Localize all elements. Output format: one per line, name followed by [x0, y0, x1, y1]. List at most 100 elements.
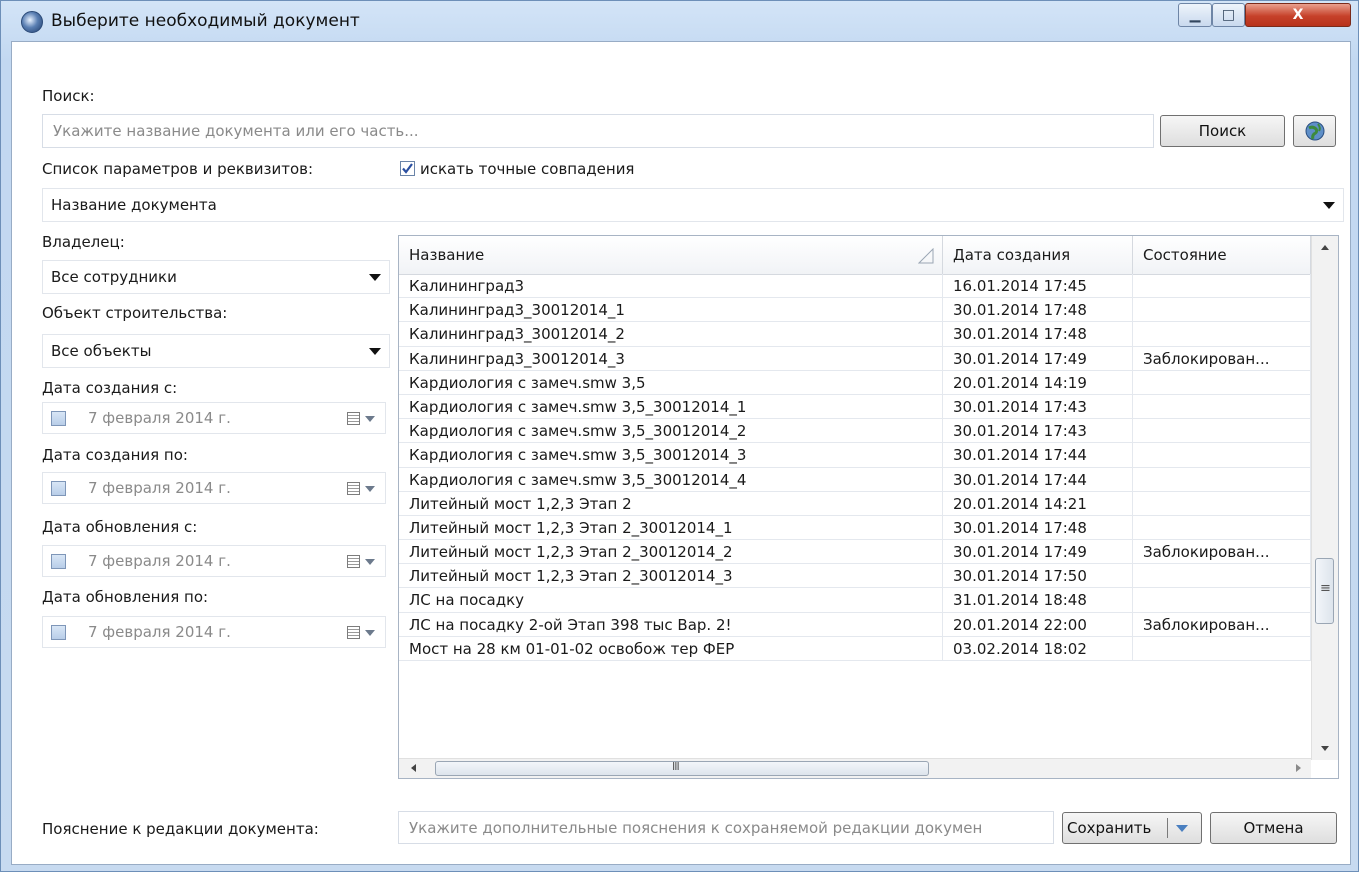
cell-state [1133, 443, 1311, 468]
calendar-icon[interactable] [347, 624, 377, 642]
table-row[interactable]: Кардиология с замеч.smw 3,5 20.01.2014 14… [399, 370, 1311, 395]
window-title: Выберите необходимый документ [51, 11, 360, 31]
table-row[interactable]: Литейный мост 1,2,3 Этап 2_30012014_2 30.… [399, 540, 1311, 565]
params-label: Список параметров и реквизитов: [42, 160, 314, 178]
object-label: Объект строительства: [42, 304, 228, 322]
table-row[interactable]: Кардиология с замеч.smw 3,5_30012014_1 30… [399, 394, 1311, 420]
owner-value: Все сотрудники [51, 268, 177, 286]
table-row[interactable]: ЛС на посадку 2-ой Этап 398 тыс Вар. 2! 2… [399, 612, 1311, 637]
updated-to-value: 7 февраля 2014 г. [88, 623, 231, 641]
table-row[interactable]: Кардиология с замеч.smw 3,5_30012014_3 30… [399, 443, 1311, 468]
scroll-left-icon[interactable] [411, 764, 416, 772]
cell-created: 30.01.2014 17:48 [943, 298, 1133, 323]
maximize-icon: □ [1221, 7, 1236, 23]
cell-name: Литейный мост 1,2,3 Этап 2_30012014_1 [399, 515, 943, 540]
globe-icon [1305, 121, 1324, 141]
scroll-down-icon[interactable] [1321, 746, 1329, 751]
close-button[interactable]: X [1245, 3, 1351, 27]
cell-state [1133, 515, 1311, 540]
cell-name: Калининград3_30012014_3 [399, 346, 943, 371]
owner-combobox[interactable]: Все сотрудники [42, 260, 390, 294]
note-label: Пояснение к редакции документа: [42, 820, 319, 838]
table-header: Название Дата создания Состояние [399, 236, 1311, 275]
horizontal-scroll-thumb[interactable]: III [435, 760, 929, 776]
cell-created: 30.01.2014 17:43 [943, 394, 1133, 419]
cancel-button[interactable]: Отмена [1210, 812, 1337, 844]
cell-created: 30.01.2014 17:44 [943, 443, 1133, 468]
search-input[interactable]: Укажите название документа или его часть… [42, 114, 1154, 148]
minimize-button[interactable]: ▁ [1178, 3, 1212, 27]
table-row[interactable]: Кардиология с замеч.smw 3,5_30012014_4 30… [399, 467, 1311, 492]
table-row[interactable]: Калининград3 16.01.2014 17:45 [399, 274, 1311, 299]
vertical-scroll-thumb[interactable]: ≡ [1315, 558, 1334, 624]
save-button[interactable]: Сохранить [1062, 812, 1202, 844]
chevron-down-icon [369, 274, 381, 281]
updated-from-label: Дата обновления с: [42, 518, 198, 536]
column-header-state[interactable]: Состояние [1133, 236, 1311, 274]
chevron-down-icon [369, 348, 381, 355]
vertical-scrollbar[interactable]: ≡ [1311, 236, 1338, 760]
cell-state [1133, 274, 1311, 298]
object-combobox[interactable]: Все объекты [42, 334, 390, 368]
cell-created: 30.01.2014 17:44 [943, 467, 1133, 492]
created-from-checkbox[interactable] [51, 411, 66, 426]
cell-created: 03.02.2014 18:02 [943, 636, 1133, 661]
dialog-window: Выберите необходимый документ ▁ □ X Поис… [0, 0, 1359, 872]
params-selected-value: Название документа [51, 196, 217, 214]
dialog-body: Поиск: Укажите название документа или ег… [11, 41, 1351, 865]
table-row[interactable]: Калининград3_30012014_1 30.01.2014 17:48 [399, 298, 1311, 323]
updated-from-checkbox[interactable] [51, 554, 66, 569]
grip-icon: ≡ [1320, 581, 1331, 596]
cell-created: 30.01.2014 17:49 [943, 540, 1133, 565]
cell-name: ЛС на посадку [399, 588, 943, 613]
note-input[interactable]: Укажите дополнительные пояснения к сохра… [398, 811, 1054, 844]
table-row[interactable]: ЛС на посадку 31.01.2014 18:48 [399, 588, 1311, 613]
search-button[interactable]: Поиск [1160, 115, 1285, 147]
created-to-checkbox[interactable] [51, 481, 66, 496]
column-header-name[interactable]: Название [399, 236, 943, 274]
horizontal-scrollbar[interactable]: III [399, 758, 1311, 778]
sort-ascending-icon [918, 248, 934, 264]
checkmark-icon [402, 163, 413, 174]
table-row[interactable]: Литейный мост 1,2,3 Этап 2_30012014_1 30.… [399, 515, 1311, 541]
cell-created: 20.01.2014 22:00 [943, 612, 1133, 637]
updated-to-datepicker[interactable]: 7 февраля 2014 г. [42, 616, 386, 648]
created-to-datepicker[interactable]: 7 февраля 2014 г. [42, 472, 386, 504]
cell-name: Калининград3 [399, 274, 943, 298]
updated-from-datepicker[interactable]: 7 февраля 2014 г. [42, 545, 386, 577]
cell-name: Кардиология с замеч.smw 3,5_30012014_2 [399, 419, 943, 444]
web-search-button[interactable] [1293, 115, 1336, 147]
calendar-icon[interactable] [347, 480, 377, 498]
cell-name: Кардиология с замеч.smw 3,5 [399, 370, 943, 395]
created-from-label: Дата создания с: [42, 379, 178, 397]
maximize-button[interactable]: □ [1212, 3, 1245, 27]
table-row[interactable]: Литейный мост 1,2,3 Этап 2_30012014_3 30.… [399, 564, 1311, 589]
exact-match-checkbox[interactable] [400, 161, 415, 176]
scroll-up-icon[interactable] [1321, 245, 1329, 250]
table-body: Калининград3 16.01.2014 17:45 Калининград3… [399, 274, 1311, 661]
app-icon [21, 11, 43, 33]
documents-table[interactable]: Название Дата создания Состояние Калинин… [398, 235, 1339, 779]
scroll-right-icon[interactable] [1296, 764, 1301, 772]
created-to-label: Дата создания по: [42, 446, 188, 464]
cell-created: 20.01.2014 14:19 [943, 370, 1133, 395]
table-row[interactable]: Кардиология с замеч.smw 3,5_30012014_2 30… [399, 419, 1311, 444]
cell-created: 30.01.2014 17:43 [943, 419, 1133, 444]
cell-state [1133, 370, 1311, 395]
created-from-datepicker[interactable]: 7 февраля 2014 г. [42, 402, 386, 434]
calendar-icon[interactable] [347, 553, 377, 571]
title-bar[interactable]: Выберите необходимый документ ▁ □ X [1, 1, 1358, 41]
save-button-label: Сохранить [1067, 819, 1152, 837]
cell-name: Литейный мост 1,2,3 Этап 2_30012014_2 [399, 540, 943, 565]
calendar-icon[interactable] [347, 410, 377, 428]
column-header-created[interactable]: Дата создания [943, 236, 1133, 274]
table-row[interactable]: Калининград3_30012014_2 30.01.2014 17:48 [399, 322, 1311, 347]
cell-state [1133, 636, 1311, 661]
chevron-down-icon[interactable] [1176, 825, 1188, 832]
table-row[interactable]: Калининград3_30012014_3 30.01.2014 17:49 З… [399, 346, 1311, 371]
table-row[interactable]: Литейный мост 1,2,3 Этап 2 20.01.2014 14:… [399, 491, 1311, 516]
updated-to-checkbox[interactable] [51, 625, 66, 640]
params-combobox[interactable]: Название документа [42, 188, 1344, 222]
cell-state [1133, 394, 1311, 419]
table-row[interactable]: Мост на 28 км 01-01-02 освобож тер ФЕР 03… [399, 636, 1311, 661]
